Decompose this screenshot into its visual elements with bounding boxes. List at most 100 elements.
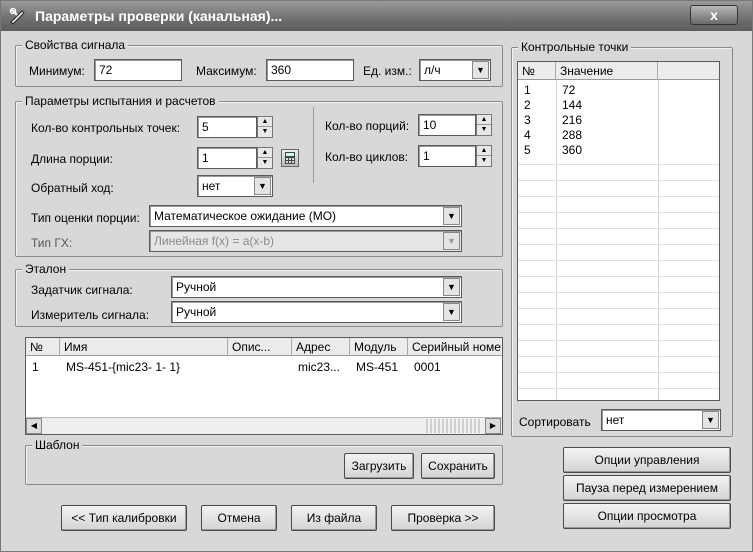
- col-header-addr[interactable]: Адрес: [292, 338, 350, 356]
- params-divider: [313, 107, 314, 183]
- sort-label: Сортировать: [519, 415, 591, 429]
- scroll-thumb[interactable]: [426, 419, 482, 433]
- col-header-name[interactable]: Имя: [60, 338, 228, 356]
- grid-line: [518, 260, 719, 261]
- devices-list-header: № Имя Опис... Адрес Модуль Серийный номе: [26, 338, 502, 356]
- signal-meter-combo[interactable]: Ручной ▼: [171, 301, 462, 323]
- point-num: 1: [524, 83, 531, 97]
- signal-setter-combo[interactable]: Ручной ▼: [171, 276, 462, 298]
- points-count-label: Кол-во контрольных точек:: [31, 121, 181, 135]
- point-value: 360: [562, 143, 583, 157]
- chevron-down-icon[interactable]: ▼: [443, 207, 460, 225]
- portions-count-input[interactable]: 10: [418, 114, 476, 136]
- spin-down-icon[interactable]: ▼: [477, 125, 491, 135]
- chevron-down-icon[interactable]: ▼: [702, 411, 719, 429]
- devices-hscrollbar[interactable]: ◀ ▶: [26, 417, 502, 434]
- portion-estimate-label: Тип оценки порции:: [31, 211, 140, 225]
- unit-value: л/ч: [424, 63, 441, 77]
- cycles-count-input[interactable]: 1: [418, 145, 476, 167]
- sort-value: нет: [606, 413, 625, 427]
- sort-combo[interactable]: нет ▼: [601, 409, 721, 431]
- unit-label: Ед. изм.:: [363, 64, 412, 78]
- gx-type-combo: Линейная f(x) = a(x-b) ▼: [149, 230, 462, 252]
- control-options-button[interactable]: Опции управления: [563, 447, 731, 473]
- spin-down-icon[interactable]: ▼: [477, 156, 491, 166]
- window-title: Параметры проверки (канальная)...: [35, 8, 283, 24]
- col-header-module[interactable]: Модуль: [350, 338, 408, 356]
- col-header-empty: [658, 62, 719, 80]
- portion-estimate-value: Математическое ожидание (МО): [154, 209, 337, 223]
- col-header-point-value[interactable]: Значение: [556, 62, 658, 80]
- grid-line: [518, 388, 719, 389]
- grid-line: [518, 244, 719, 245]
- template-legend: Шаблон: [32, 438, 83, 452]
- list-item[interactable]: 2 144: [518, 98, 658, 113]
- scroll-left-icon[interactable]: ◀: [26, 418, 42, 434]
- grid-line: [518, 292, 719, 293]
- control-points-table[interactable]: № Значение 1 72 2 144 3 216 4 288 5 360: [517, 61, 720, 401]
- signal-setter-value: Ручной: [176, 280, 217, 294]
- grid-line: [518, 180, 719, 181]
- title-bar[interactable]: Параметры проверки (канальная)... x: [1, 1, 752, 31]
- list-item[interactable]: 4 288: [518, 128, 658, 143]
- load-button[interactable]: Загрузить: [344, 453, 414, 479]
- test-params-legend: Параметры испытания и расчетов: [22, 94, 219, 108]
- grid-line: [658, 80, 659, 400]
- signal-meter-value: Ручной: [176, 305, 217, 319]
- save-button[interactable]: Сохранить: [421, 453, 495, 479]
- portions-count-label: Кол-во порций:: [325, 119, 410, 133]
- cancel-button[interactable]: Отмена: [201, 505, 277, 531]
- devices-list[interactable]: № Имя Опис... Адрес Модуль Серийный номе…: [25, 337, 503, 435]
- reverse-run-combo[interactable]: нет ▼: [197, 175, 273, 197]
- control-points-legend: Контрольные точки: [518, 40, 632, 54]
- col-header-num[interactable]: №: [26, 338, 60, 356]
- row-name: MS-451-{mic23- 1- 1}: [66, 360, 181, 374]
- list-item[interactable]: 3 216: [518, 113, 658, 128]
- point-num: 5: [524, 143, 531, 157]
- close-button[interactable]: x: [690, 5, 738, 25]
- spin-down-icon[interactable]: ▼: [258, 127, 272, 137]
- portion-length-input[interactable]: 1: [197, 147, 257, 169]
- max-input[interactable]: 360: [266, 59, 354, 81]
- pause-before-measure-button[interactable]: Пауза перед измерением: [563, 475, 731, 501]
- spin-up-icon[interactable]: ▲: [477, 146, 491, 156]
- spin-up-icon[interactable]: ▲: [258, 117, 272, 127]
- cycles-count-label: Кол-во циклов:: [325, 150, 409, 164]
- spin-down-icon[interactable]: ▼: [258, 158, 272, 168]
- spin-up-icon[interactable]: ▲: [258, 148, 272, 158]
- grid-line: [518, 196, 719, 197]
- cycles-count-spinner[interactable]: ▲ ▼: [476, 145, 492, 167]
- col-header-desc[interactable]: Опис...: [228, 338, 292, 356]
- chevron-down-icon[interactable]: ▼: [472, 61, 489, 79]
- signal-meter-label: Измеритель сигнала:: [31, 308, 150, 322]
- signal-setter-label: Задатчик сигнала:: [31, 283, 133, 297]
- chevron-down-icon[interactable]: ▼: [443, 278, 460, 296]
- portion-estimate-combo[interactable]: Математическое ожидание (МО) ▼: [149, 205, 462, 227]
- chevron-down-icon[interactable]: ▼: [443, 303, 460, 321]
- spin-up-icon[interactable]: ▲: [477, 115, 491, 125]
- grid-line: [518, 164, 719, 165]
- calculator-icon[interactable]: [281, 149, 299, 167]
- grid-line: [518, 212, 719, 213]
- view-options-button[interactable]: Опции просмотра: [563, 503, 731, 529]
- calibration-type-button[interactable]: << Тип калибровки: [61, 505, 187, 531]
- check-button[interactable]: Проверка >>: [391, 505, 495, 531]
- portion-length-spinner[interactable]: ▲ ▼: [257, 147, 273, 169]
- scroll-right-icon[interactable]: ▶: [485, 418, 501, 434]
- point-value: 72: [562, 83, 576, 97]
- portions-count-spinner[interactable]: ▲ ▼: [476, 114, 492, 136]
- table-row[interactable]: 1 MS-451-{mic23- 1- 1} mic23... MS-451 0…: [26, 358, 502, 376]
- dialog-window: Параметры проверки (канальная)... x Свой…: [0, 0, 753, 552]
- points-count-input[interactable]: 5: [197, 116, 257, 138]
- row-num: 1: [32, 360, 39, 374]
- from-file-button[interactable]: Из файла: [291, 505, 377, 531]
- col-header-point-num[interactable]: №: [518, 62, 556, 80]
- row-addr: mic23...: [298, 360, 341, 374]
- col-header-serial[interactable]: Серийный номе: [408, 338, 502, 356]
- points-count-spinner[interactable]: ▲ ▼: [257, 116, 273, 138]
- list-item[interactable]: 1 72: [518, 83, 658, 98]
- chevron-down-icon[interactable]: ▼: [254, 177, 271, 195]
- list-item[interactable]: 5 360: [518, 143, 658, 158]
- min-input[interactable]: 72: [94, 59, 182, 81]
- unit-combo[interactable]: л/ч ▼: [419, 59, 491, 81]
